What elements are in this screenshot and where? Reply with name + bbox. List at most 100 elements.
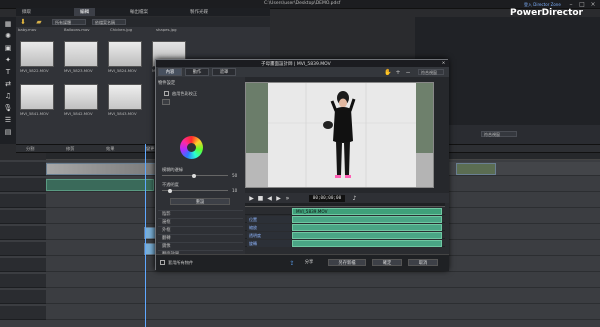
reset-button[interactable]: 重設: [170, 198, 230, 205]
particle-room-icon[interactable]: ✦: [3, 55, 13, 65]
keyframe-label: 旋轉: [247, 240, 291, 247]
slider-knob[interactable]: [168, 188, 172, 193]
thumbnail-label: MVI_5822.MOV: [20, 68, 49, 73]
pip-room-icon[interactable]: ▣: [3, 43, 13, 53]
keyframe-track[interactable]: [292, 216, 442, 223]
effect-button[interactable]: 效果: [106, 146, 114, 152]
blur-slider[interactable]: [162, 173, 228, 178]
keyframe-track[interactable]: [292, 224, 442, 231]
track-header[interactable]: [0, 210, 46, 224]
color-wheel[interactable]: [180, 136, 203, 159]
save-as-button[interactable]: 另存新檔: [328, 259, 366, 266]
zoom-dropdown[interactable]: 符合視窗: [481, 131, 517, 137]
voiceover-icon[interactable]: 🎙: [3, 103, 13, 113]
list-item[interactable]: baby.mov: [18, 27, 52, 32]
track-header[interactable]: [0, 194, 46, 208]
media-room-icon[interactable]: ▦: [3, 19, 13, 29]
transition-room-icon[interactable]: ⇄: [3, 79, 13, 89]
mode-disc[interactable]: 製作光碟: [184, 8, 214, 16]
playback-controls: ▶ ■ ◀ ▶ » 00;00;00;00 ♪: [245, 193, 449, 203]
thumbnail[interactable]: [20, 41, 54, 67]
ok-button[interactable]: 確定: [372, 259, 402, 266]
dialog-title-bar: 子母畫面設計師 | MVI_5839.MOV ×: [156, 60, 449, 67]
thumbnail[interactable]: [20, 84, 54, 110]
thumbnail[interactable]: [108, 84, 142, 110]
keyframe-track[interactable]: [292, 232, 442, 239]
tab-motion[interactable]: 動作: [185, 68, 209, 76]
next-frame-icon[interactable]: ▶: [275, 195, 282, 202]
share-icon[interactable]: ⇪: [288, 259, 296, 267]
track-header[interactable]: [0, 178, 46, 192]
track-header[interactable]: [0, 162, 46, 176]
video-clip[interactable]: [46, 163, 156, 175]
slider-knob[interactable]: [192, 173, 196, 178]
list-item[interactable]: shapes.jpg: [156, 27, 190, 32]
media-filter-dropdown[interactable]: 所有媒體: [52, 19, 86, 25]
keyframe-row: 透明度: [245, 232, 445, 239]
import-icon[interactable]: ⬇: [18, 18, 28, 26]
apply-all-checkbox[interactable]: [160, 260, 165, 265]
thumbnail[interactable]: [108, 41, 142, 67]
zoom-in-icon[interactable]: +: [394, 68, 402, 76]
volume-icon[interactable]: ♪: [351, 195, 358, 202]
zoom-dropdown[interactable]: 符合視窗: [418, 69, 444, 75]
tab-mask[interactable]: 遮罩: [212, 68, 236, 76]
share-button[interactable]: 分享: [298, 259, 320, 266]
mode-produce[interactable]: 輸出檔案: [124, 8, 154, 16]
section-flip[interactable]: 翻轉: [158, 234, 243, 242]
section-mirror[interactable]: 鏡像: [158, 242, 243, 250]
section-header[interactable]: 物件設定: [158, 80, 243, 87]
thumbnail[interactable]: [64, 84, 98, 110]
track-header[interactable]: [0, 306, 46, 320]
sort-dropdown[interactable]: 依檔案名稱: [92, 19, 126, 25]
section-frame[interactable]: 外框: [158, 226, 243, 234]
video-clip[interactable]: [456, 163, 496, 175]
opacity-slider[interactable]: [162, 188, 228, 193]
mode-capture[interactable]: 擷取: [16, 8, 37, 16]
hand-icon[interactable]: ✋: [384, 68, 392, 76]
timeline-playhead[interactable]: [145, 144, 146, 327]
stop-icon[interactable]: ■: [257, 195, 264, 202]
cancel-button[interactable]: 取消: [408, 259, 438, 266]
track: [46, 274, 600, 288]
play-icon[interactable]: ▶: [248, 195, 255, 202]
fast-forward-icon[interactable]: »: [284, 195, 291, 202]
close-icon[interactable]: ×: [588, 0, 598, 9]
track-header[interactable]: [0, 258, 46, 272]
effect-room-icon[interactable]: ✺: [3, 31, 13, 41]
keyframe-ruler[interactable]: [245, 203, 445, 207]
thumbnail-label: MVI_5824.MOV: [108, 68, 137, 73]
clip-bar[interactable]: MVI_5839.MOV: [292, 208, 442, 215]
trim-button[interactable]: 修剪: [66, 146, 74, 152]
track-header[interactable]: [0, 242, 46, 256]
blur-label: 模糊的邊緣: [162, 167, 183, 172]
audio-mixing-icon[interactable]: ♫: [3, 91, 13, 101]
section-border[interactable]: 邊框: [158, 218, 243, 226]
list-item[interactable]: Balloons.mov: [64, 27, 98, 32]
track-header[interactable]: [0, 290, 46, 304]
close-icon[interactable]: ×: [439, 60, 448, 67]
eyedropper-icon[interactable]: [162, 99, 170, 105]
audio-clip[interactable]: [46, 179, 154, 191]
keyframe-label: 縮放: [247, 224, 291, 231]
preview-area: ▶ ■ ◀ ▶ » 00;00;00;00 ♪ MVI_5839.MOV 位置 …: [245, 77, 449, 271]
subtitle-room-icon[interactable]: ▤: [3, 127, 13, 137]
zoom-out-icon[interactable]: −: [404, 68, 412, 76]
folder-icon[interactable]: ▰: [34, 18, 44, 26]
track-header[interactable]: [0, 226, 46, 240]
color-correction-checkbox[interactable]: [164, 91, 169, 96]
tab-properties[interactable]: 內容: [158, 68, 182, 76]
title-room-icon[interactable]: T: [3, 67, 13, 77]
section-shadow[interactable]: 陰影: [158, 210, 243, 218]
split-button[interactable]: 分割: [26, 146, 34, 152]
track-header[interactable]: [0, 274, 46, 288]
keyframe-row: MVI_5839.MOV: [245, 208, 445, 215]
video-preview[interactable]: [245, 82, 434, 188]
chapter-room-icon[interactable]: ☰: [3, 115, 13, 125]
list-item[interactable]: Chicken.jpg: [110, 27, 144, 32]
mode-edit[interactable]: 編輯: [74, 8, 95, 16]
keyframe-track[interactable]: [292, 240, 442, 247]
prev-frame-icon[interactable]: ◀: [266, 195, 273, 202]
thumbnail[interactable]: [64, 41, 98, 67]
video-frame: [246, 83, 433, 187]
